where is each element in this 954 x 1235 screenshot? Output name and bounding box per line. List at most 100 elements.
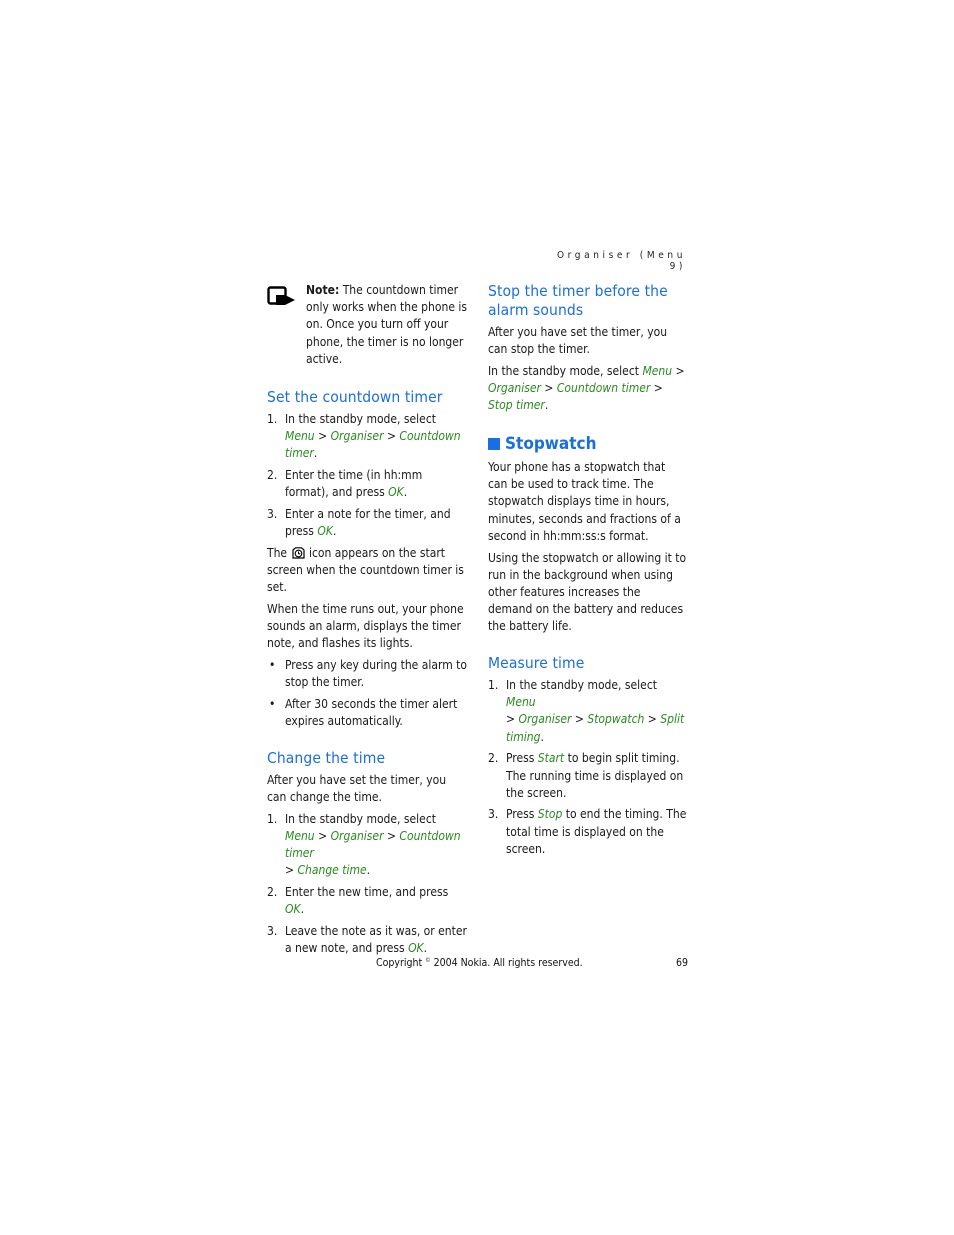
heading-stopwatch: Stopwatch <box>488 433 688 455</box>
softkey-stop: Stop <box>537 807 563 822</box>
softkey-start: Start <box>537 751 565 766</box>
list-item: 1. In the standby mode, select Menu > Or… <box>267 811 467 880</box>
list-item: 3. Enter a note for the timer, and press… <box>267 506 467 540</box>
step-text: Press <box>506 807 538 822</box>
menu-path-change-time: Change time <box>297 863 367 878</box>
left-column: Note: The countdown timer only works whe… <box>267 282 467 962</box>
punctuation: . <box>300 902 305 917</box>
heading-set-countdown-timer: Set the countdown timer <box>267 388 443 407</box>
step-number: 1. <box>267 412 278 427</box>
step-number: 2. <box>267 468 278 483</box>
time-runs-out-paragraph: When the time runs out, your phone sound… <box>267 602 464 651</box>
path-separator: > <box>571 712 588 727</box>
punctuation: . <box>403 485 408 500</box>
step-number: 1. <box>267 811 278 826</box>
section-square-icon <box>488 438 500 451</box>
path-separator: > <box>383 429 400 444</box>
menu-path-menu: Menu <box>285 429 315 444</box>
punctuation: . <box>423 941 428 956</box>
path-separator: > <box>540 381 557 396</box>
measure-time-steps: 1. In the standby mode, select Menu > Or… <box>488 677 688 858</box>
copyright-notice: Copyright © 2004 Nokia. All rights reser… <box>376 957 583 969</box>
page-number: 69 <box>675 957 688 969</box>
softkey-ok: OK <box>388 485 404 500</box>
menu-path-organiser: Organiser <box>518 712 572 727</box>
right-column: Stop the timer before the alarm sounds A… <box>488 282 688 863</box>
note-label: Note: <box>306 283 340 297</box>
menu-path-organiser: Organiser <box>330 829 384 844</box>
list-item: 3. Leave the note as it was, or enter a … <box>267 923 467 957</box>
step-text: Leave the note as it was, or enter a new… <box>285 924 467 956</box>
step-text: Press <box>506 751 538 766</box>
note-text: Note: The countdown timer only works whe… <box>306 282 467 368</box>
step-text: In the standby mode, select <box>506 678 657 693</box>
bullet-text: Press any key during the alarm to stop t… <box>285 658 467 690</box>
timer-icon-paragraph: The icon appears on the start screen whe… <box>267 545 467 597</box>
path-separator: > <box>650 381 663 396</box>
step-number: 2. <box>267 885 278 900</box>
menu-path-countdown-timer: Countdown timer <box>556 381 651 396</box>
text: The <box>267 545 291 560</box>
change-time-intro: After you have set the timer, you can ch… <box>267 772 447 805</box>
step-text: In the standby mode, select <box>285 412 436 427</box>
step-number: 3. <box>488 807 499 822</box>
list-item: 3. Press Stop to end the timing. The tot… <box>488 806 688 858</box>
heading-stop-the-timer: Stop the timer before the alarm sounds <box>488 282 668 319</box>
softkey-ok: OK <box>317 524 333 539</box>
note-hand-icon <box>267 286 295 305</box>
menu-path-menu: Menu <box>506 695 536 710</box>
heading-measure-time: Measure time <box>488 654 585 673</box>
note-box: Note: The countdown timer only works whe… <box>267 282 467 368</box>
list-item: 2. Press Start to begin split timing. Th… <box>488 750 688 802</box>
bullet-icon: • <box>269 658 276 673</box>
softkey-ok: OK <box>408 941 424 956</box>
path-separator: > <box>314 429 331 444</box>
punctuation: . <box>544 398 549 413</box>
text: Copyright <box>376 957 426 969</box>
path-separator: > <box>644 712 661 727</box>
step-number: 1. <box>488 678 499 693</box>
list-item: 2. Enter the new time, and press OK. <box>267 884 467 918</box>
menu-path-stopwatch: Stopwatch <box>587 712 645 727</box>
alarm-bullets: • Press any key during the alarm to stop … <box>267 657 467 730</box>
path-separator: > <box>672 363 685 378</box>
stopwatch-para-2: Using the stopwatch or allowing it to ru… <box>488 550 687 634</box>
step-number: 2. <box>488 751 499 766</box>
punctuation: . <box>332 524 337 539</box>
punctuation: . <box>540 729 544 744</box>
list-item: • Press any key during the alarm to stop … <box>267 657 467 691</box>
menu-path-menu: Menu <box>642 363 673 378</box>
step-number: 3. <box>267 924 278 939</box>
punctuation: . <box>313 446 318 461</box>
change-time-steps: 1. In the standby mode, select Menu > Or… <box>267 811 467 958</box>
list-item: 2. Enter the time (in hh:mm format), and… <box>267 467 467 501</box>
text: 2004 Nokia. All rights reserved. <box>430 957 583 969</box>
list-item: 1. In the standby mode, select Menu > Or… <box>488 677 688 746</box>
text: In the standby mode, select <box>488 363 643 378</box>
step-number: 3. <box>267 507 278 522</box>
path-separator: > <box>506 712 519 727</box>
menu-path-organiser: Organiser <box>488 381 541 396</box>
manual-page: Organiser (Menu 9) Note: The countdown t… <box>0 0 954 1235</box>
stop-timer-intro: After you have set the timer, you can st… <box>488 325 668 357</box>
stopwatch-para-1: Your phone has a stopwatch that can be u… <box>488 460 681 543</box>
timer-clock-icon <box>291 547 305 559</box>
punctuation: . <box>366 863 371 878</box>
menu-path-menu: Menu <box>285 829 315 844</box>
step-text: In the standby mode, select <box>285 811 436 826</box>
path-separator: > <box>314 829 331 844</box>
menu-path-organiser: Organiser <box>330 429 384 444</box>
path-separator: > <box>285 863 298 878</box>
stop-timer-instruction: In the standby mode, select Menu > Organ… <box>488 363 688 415</box>
path-separator: > <box>383 829 400 844</box>
step-text: Enter a note for the timer, and press <box>285 507 451 539</box>
step-text: Enter the new time, and press <box>285 885 449 900</box>
softkey-ok: OK <box>285 902 301 917</box>
bullet-icon: • <box>269 697 276 712</box>
running-head: Organiser (Menu 9) <box>556 250 686 272</box>
heading-change-the-time: Change the time <box>267 748 386 767</box>
set-timer-steps: 1. In the standby mode, select Menu > Or… <box>267 411 467 540</box>
list-item: • After 30 seconds the timer alert expire… <box>267 696 467 730</box>
heading-text: Stopwatch <box>505 434 597 455</box>
menu-path-stop-timer: Stop timer <box>488 398 545 413</box>
